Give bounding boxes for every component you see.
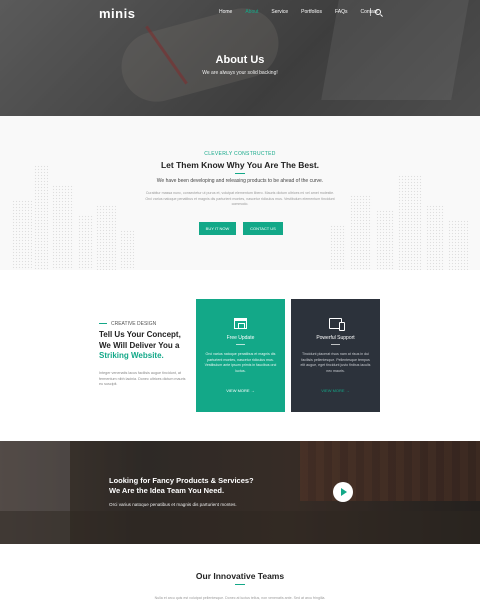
shop-icon bbox=[234, 318, 247, 329]
link-label: VIEW MORE bbox=[226, 388, 250, 393]
site-logo[interactable]: minis bbox=[99, 6, 135, 21]
card-title: Powerful Support bbox=[316, 335, 355, 341]
link-label: VIEW MORE bbox=[321, 388, 345, 393]
buy-it-now-button[interactable]: BUY IT NOW bbox=[199, 222, 236, 235]
city-skyline-decoration bbox=[376, 210, 394, 270]
nav-divider bbox=[370, 8, 371, 16]
section-body: Nulla et arcu quis est volutpat pellente… bbox=[154, 596, 326, 600]
section-eyebrow: CLEVERLY CONSTRUCTED bbox=[204, 151, 276, 157]
card-divider bbox=[236, 344, 245, 345]
banner-title-line: We Are the Idea Team You Need. bbox=[109, 486, 225, 495]
video-banner: Looking for Fancy Products & Services? W… bbox=[0, 441, 480, 544]
banner-subtitle: Orci varius natoque penatibus et magnis … bbox=[109, 502, 237, 507]
city-skyline-decoration bbox=[330, 225, 346, 270]
view-more-link[interactable]: VIEW MORE → bbox=[196, 388, 285, 393]
services-body: Integer venenatis lacus facilisis augue … bbox=[99, 371, 186, 386]
city-skyline-decoration bbox=[96, 205, 116, 270]
banner-title-line: Looking for Fancy Products & Services? bbox=[109, 476, 254, 485]
banner-title: Looking for Fancy Products & Services? W… bbox=[109, 476, 254, 496]
top-navigation: minis Home About Service Portfolios FAQs… bbox=[0, 0, 480, 26]
city-skyline-decoration bbox=[52, 185, 74, 270]
heading-line: We Will Deliver You a bbox=[99, 340, 180, 350]
service-card-free-update: Free Update Orci varius natoque penatibu… bbox=[196, 299, 285, 412]
teams-section: Our Innovative Teams Nulla et arcu quis … bbox=[0, 544, 480, 605]
city-skyline-decoration bbox=[398, 175, 422, 270]
city-skyline-decoration bbox=[426, 205, 444, 270]
eyebrow-text: CREATIVE DESIGN bbox=[111, 321, 157, 327]
card-text: Tincidunt placerat risus nam at risus in… bbox=[300, 352, 371, 373]
title-underline bbox=[235, 584, 245, 585]
nav-item-portfolios[interactable]: Portfolios bbox=[301, 9, 322, 15]
hero-section: minis Home About Service Portfolios FAQs… bbox=[0, 0, 480, 116]
search-icon[interactable] bbox=[375, 9, 381, 15]
services-heading: Tell Us Your Concept, We Will Deliver Yo… bbox=[99, 330, 194, 362]
devices-icon bbox=[329, 318, 345, 331]
page-subtitle: We are always your solid backing! bbox=[202, 70, 278, 76]
city-skyline-decoration bbox=[120, 230, 134, 270]
section-eyebrow: CREATIVE DESIGN bbox=[99, 321, 156, 327]
contact-us-button[interactable]: CONTACT US bbox=[243, 222, 283, 235]
play-video-icon[interactable] bbox=[333, 482, 353, 502]
card-title: Free Update bbox=[226, 335, 255, 341]
section-lead: We have been developing and releasing pr… bbox=[156, 178, 324, 184]
card-text: Orci varius natoque penatibus et magnis … bbox=[204, 352, 277, 373]
service-card-powerful-support: Powerful Support Tincidunt placerat risu… bbox=[291, 299, 380, 412]
nav-item-about[interactable]: About bbox=[245, 9, 258, 15]
nav-menu: Home About Service Portfolios FAQs Conta… bbox=[219, 9, 391, 15]
arrow-right-icon: → bbox=[250, 388, 255, 393]
heading-line: Tell Us Your Concept, bbox=[99, 330, 181, 339]
city-skyline-decoration bbox=[78, 215, 94, 270]
nav-item-faqs[interactable]: FAQs bbox=[335, 9, 348, 15]
nav-item-home[interactable]: Home bbox=[219, 9, 232, 15]
about-section: CLEVERLY CONSTRUCTED Let Them Know Why Y… bbox=[0, 116, 480, 270]
section-title: Let Them Know Why You Are The Best. bbox=[160, 160, 320, 170]
city-skyline-decoration bbox=[12, 200, 32, 270]
services-section: CREATIVE DESIGN Tell Us Your Concept, We… bbox=[0, 270, 480, 441]
heading-accent: Striking Website. bbox=[99, 351, 164, 360]
section-body: Curabitur massa nunc, consectetur ut pur… bbox=[145, 191, 335, 206]
nav-item-service[interactable]: Service bbox=[271, 9, 288, 15]
title-underline bbox=[235, 173, 245, 174]
view-more-link[interactable]: VIEW MORE → bbox=[291, 388, 380, 393]
city-skyline-decoration bbox=[448, 220, 470, 270]
arrow-right-icon: → bbox=[345, 388, 350, 393]
card-divider bbox=[331, 344, 340, 345]
page-title: About Us bbox=[215, 54, 265, 66]
section-title: Our Innovative Teams bbox=[195, 571, 285, 581]
city-skyline-decoration bbox=[350, 195, 372, 270]
